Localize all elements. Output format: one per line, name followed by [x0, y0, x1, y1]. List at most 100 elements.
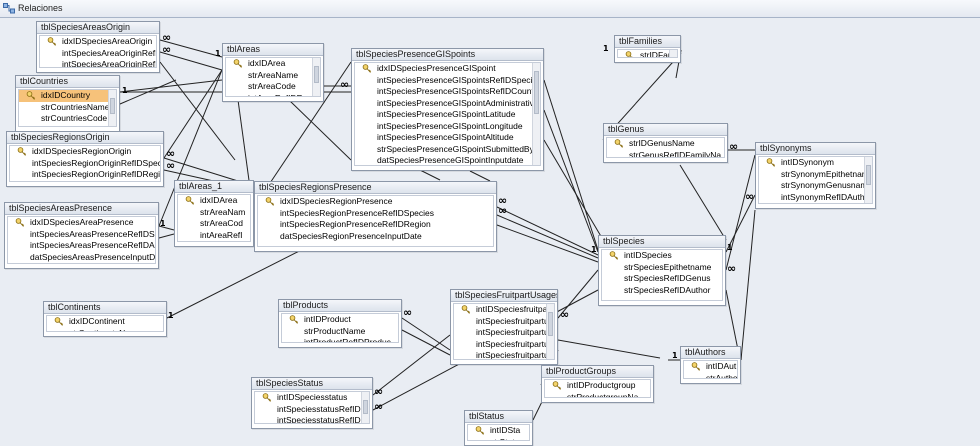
- field-list[interactable]: idxIDSpeciesPresenceGISpoint intSpeciesPr…: [354, 62, 541, 166]
- field-list[interactable]: idxIDCountry strCountriesName strCountries…: [18, 89, 117, 127]
- field-list-scrollbar[interactable]: [864, 157, 872, 203]
- field-row[interactable]: strAreaName: [226, 70, 320, 82]
- field-list[interactable]: intIDSpecies strSpeciesEpithetname strSpec…: [601, 249, 723, 301]
- primary-key-field[interactable]: intIDAut: [684, 361, 737, 373]
- table-tblSpeciesPresenceGISpoints[interactable]: tblSpeciesPresenceGISpoints idxIDSpeciesP…: [351, 48, 544, 171]
- primary-key-field[interactable]: intIDProductgroup: [545, 380, 650, 392]
- table-tblSpeciesFruitpartUsages[interactable]: tblSpeciesFruitpartUsages intIDSpeciesfru…: [450, 289, 558, 365]
- scroll-thumb[interactable]: [110, 98, 115, 115]
- table-title[interactable]: tblProducts: [279, 300, 401, 312]
- scroll-down-icon[interactable]: [865, 197, 872, 203]
- scroll-thumb[interactable]: [548, 312, 553, 336]
- primary-key-field[interactable]: idxIDArea: [226, 58, 320, 70]
- field-row[interactable]: strAutho: [684, 373, 737, 379]
- field-row[interactable]: intSpeciesfruitpartusa: [454, 339, 554, 351]
- table-title[interactable]: tblSpeciesFruitpartUsages: [451, 290, 557, 302]
- table-tblAreas[interactable]: tblAreasidxIDAreastrAreaNamestrAreaCodei…: [222, 43, 324, 102]
- table-title[interactable]: tblProductGroups: [542, 366, 653, 378]
- field-row[interactable]: strAreaCod: [178, 218, 250, 230]
- table-tblSpecies[interactable]: tblSpecies intIDSpecies strSpeciesEpithetn…: [598, 235, 726, 306]
- field-row[interactable]: strSpeciesEpithetname: [602, 262, 722, 274]
- field-list[interactable]: idxIDSpeciesRegionOrigin intSpeciesRegion…: [9, 145, 161, 182]
- table-tblCountries[interactable]: tblCountries idxIDCountry strCountriesName…: [15, 75, 120, 132]
- field-list[interactable]: intIDSynonym strSynonymEpithetnam strSynon…: [758, 156, 873, 204]
- field-list-scrollbar[interactable]: [361, 392, 369, 423]
- field-row[interactable]: intSpeciesstatusRefIDS: [255, 415, 369, 423]
- field-row[interactable]: strAreaNam: [178, 207, 250, 219]
- field-list[interactable]: intIDProduct strProductName intProductRefI…: [281, 313, 399, 343]
- field-row[interactable]: strAreaCode: [226, 81, 320, 93]
- table-tblAuthors[interactable]: tblAuthors intIDAut strAutho: [680, 346, 741, 384]
- field-list-scrollbar[interactable]: [108, 90, 116, 126]
- field-row[interactable]: intAreaRefI: [178, 230, 250, 242]
- table-tblSpeciesAreasOrigin[interactable]: tblSpeciesAreasOrigin idxIDSpeciesAreaOri…: [36, 21, 160, 73]
- field-row[interactable]: intSpeciesRegionOriginRefIDRegio: [10, 169, 160, 181]
- table-tblSynonyms[interactable]: tblSynonyms intIDSynonym strSynonymEpithet…: [755, 142, 876, 209]
- field-list[interactable]: idxIDContinent strContinentsName: [46, 315, 164, 332]
- field-row[interactable]: intSpeciesstatusRefIDS: [255, 404, 369, 416]
- field-row[interactable]: intSpeciesPresenceGISpointsRefIDCountr: [355, 86, 540, 98]
- table-title[interactable]: tblCountries: [16, 76, 119, 88]
- field-list[interactable]: idxIDSpeciesAreaPresence intSpeciesAreasP…: [7, 216, 156, 264]
- table-title[interactable]: tblSpeciesRegionsOrigin: [7, 132, 163, 144]
- primary-key-field[interactable]: intIDProduct: [282, 314, 398, 326]
- field-row[interactable]: datSpeciesAreasPresenceInputDate: [8, 252, 155, 264]
- scroll-thumb[interactable]: [866, 165, 871, 186]
- field-list[interactable]: intIDSpeciesfruitpartusaintSpeciesfruitp…: [453, 303, 555, 360]
- field-list-scrollbar[interactable]: [546, 304, 554, 359]
- field-row[interactable]: intCountriesRefID: [19, 125, 116, 127]
- field-row[interactable]: strProductName: [282, 326, 398, 338]
- field-row[interactable]: strSpeciesRefIDAuthor: [602, 285, 722, 297]
- table-tblSpeciesRegionsPresence[interactable]: tblSpeciesRegionsPresence idxIDSpeciesReg…: [254, 181, 497, 252]
- field-row[interactable]: intSynonymRefIDAuth: [759, 192, 872, 204]
- field-row[interactable]: intSpeciesRegionPresenceRefIDSpecies: [258, 208, 493, 220]
- scroll-down-icon[interactable]: [109, 120, 116, 126]
- scroll-up-icon[interactable]: [313, 58, 320, 64]
- primary-key-field[interactable]: intIDSynonym: [759, 157, 872, 169]
- table-title[interactable]: tblContinents: [44, 302, 166, 314]
- primary-key-field[interactable]: idxIDSpeciesRegionPresence: [258, 196, 493, 208]
- scroll-down-icon[interactable]: [670, 51, 677, 57]
- table-tblProductGroups[interactable]: tblProductGroups intIDProductgroup strProd…: [541, 365, 654, 403]
- field-row[interactable]: strSynonymGenusnam: [759, 180, 872, 192]
- field-row[interactable]: intSpeciesPresenceGISpointsRefIDSpecies: [355, 75, 540, 87]
- primary-key-field[interactable]: strIDGenusName: [607, 138, 724, 150]
- field-row[interactable]: strSpeciesPresenceGISpointSubmittedBy: [355, 144, 540, 156]
- field-list[interactable]: intIDAut strAutho: [683, 360, 738, 379]
- field-list[interactable]: intIDProductgroup strProductgroupNa: [544, 379, 651, 398]
- field-row[interactable]: strProductgroupNa: [545, 392, 650, 398]
- primary-key-field[interactable]: idxIDSpeciesPresenceGISpoint: [355, 63, 540, 75]
- field-row[interactable]: intSpeciesAreasPresenceRefIDArea: [8, 240, 155, 252]
- scroll-up-icon[interactable]: [547, 304, 554, 310]
- field-list-scrollbar[interactable]: [532, 63, 540, 165]
- field-row[interactable]: intProductRefIDProduc: [282, 337, 398, 342]
- scroll-up-icon[interactable]: [865, 157, 872, 163]
- table-tblSpeciesStatus[interactable]: tblSpeciesStatus intIDSpeciesstatus intSpe…: [251, 377, 373, 429]
- table-title[interactable]: tblSpeciesAreasOrigin: [37, 22, 159, 34]
- scroll-up-icon[interactable]: [362, 392, 369, 398]
- table-tblGenus[interactable]: tblGenus strIDGenusName strGenusRefIDFamil…: [603, 123, 728, 163]
- table-title[interactable]: tblSpeciesRegionsPresence: [255, 182, 496, 194]
- table-title[interactable]: tblSpeciesAreasPresence: [5, 203, 158, 215]
- field-row[interactable]: intSpeciesPresenceGISpointAdministrative: [355, 98, 540, 110]
- field-row[interactable]: intSpeciesAreasPresenceRefIDSpec: [8, 229, 155, 241]
- field-row[interactable]: strStatu: [468, 437, 529, 441]
- primary-key-field[interactable]: intIDSpecies: [602, 250, 722, 262]
- primary-key-field[interactable]: idxIDSpeciesRegionOrigin: [10, 146, 160, 158]
- field-list[interactable]: strIDGenusName strGenusRefIDFamilyNa: [606, 137, 725, 158]
- field-row[interactable]: intSpeciesRegionOriginRefIDSpecie: [10, 158, 160, 170]
- table-tblProducts[interactable]: tblProducts intIDProduct strProductName int…: [278, 299, 402, 348]
- field-row[interactable]: intSpeciesRegionPresenceRefIDRegion: [258, 219, 493, 231]
- field-row[interactable]: intAreaRefIDRegi: [226, 93, 320, 97]
- primary-key-field[interactable]: intIDSta: [468, 425, 529, 437]
- primary-key-field[interactable]: idxIDContinent: [47, 316, 163, 328]
- field-row[interactable]: strCountriesName: [19, 102, 116, 114]
- field-row[interactable]: intSpeciesfruitpartusa: [454, 316, 554, 328]
- field-row[interactable]: intSpeciesPresenceGISpointLatitude: [355, 109, 540, 121]
- table-tblContinents[interactable]: tblContinents idxIDContinent strContinents…: [43, 301, 167, 337]
- field-row[interactable]: strSynonymEpithetnam: [759, 169, 872, 181]
- field-row[interactable]: intSpeciesAreaOriginRefID: [40, 59, 156, 67]
- field-row[interactable]: datSpeciesRegionPresenceInputDate: [258, 231, 493, 243]
- field-list[interactable]: strIDFan: [617, 49, 678, 58]
- field-list[interactable]: idxIDArea strAreaNam strAreaCod intAreaRefI: [177, 194, 251, 242]
